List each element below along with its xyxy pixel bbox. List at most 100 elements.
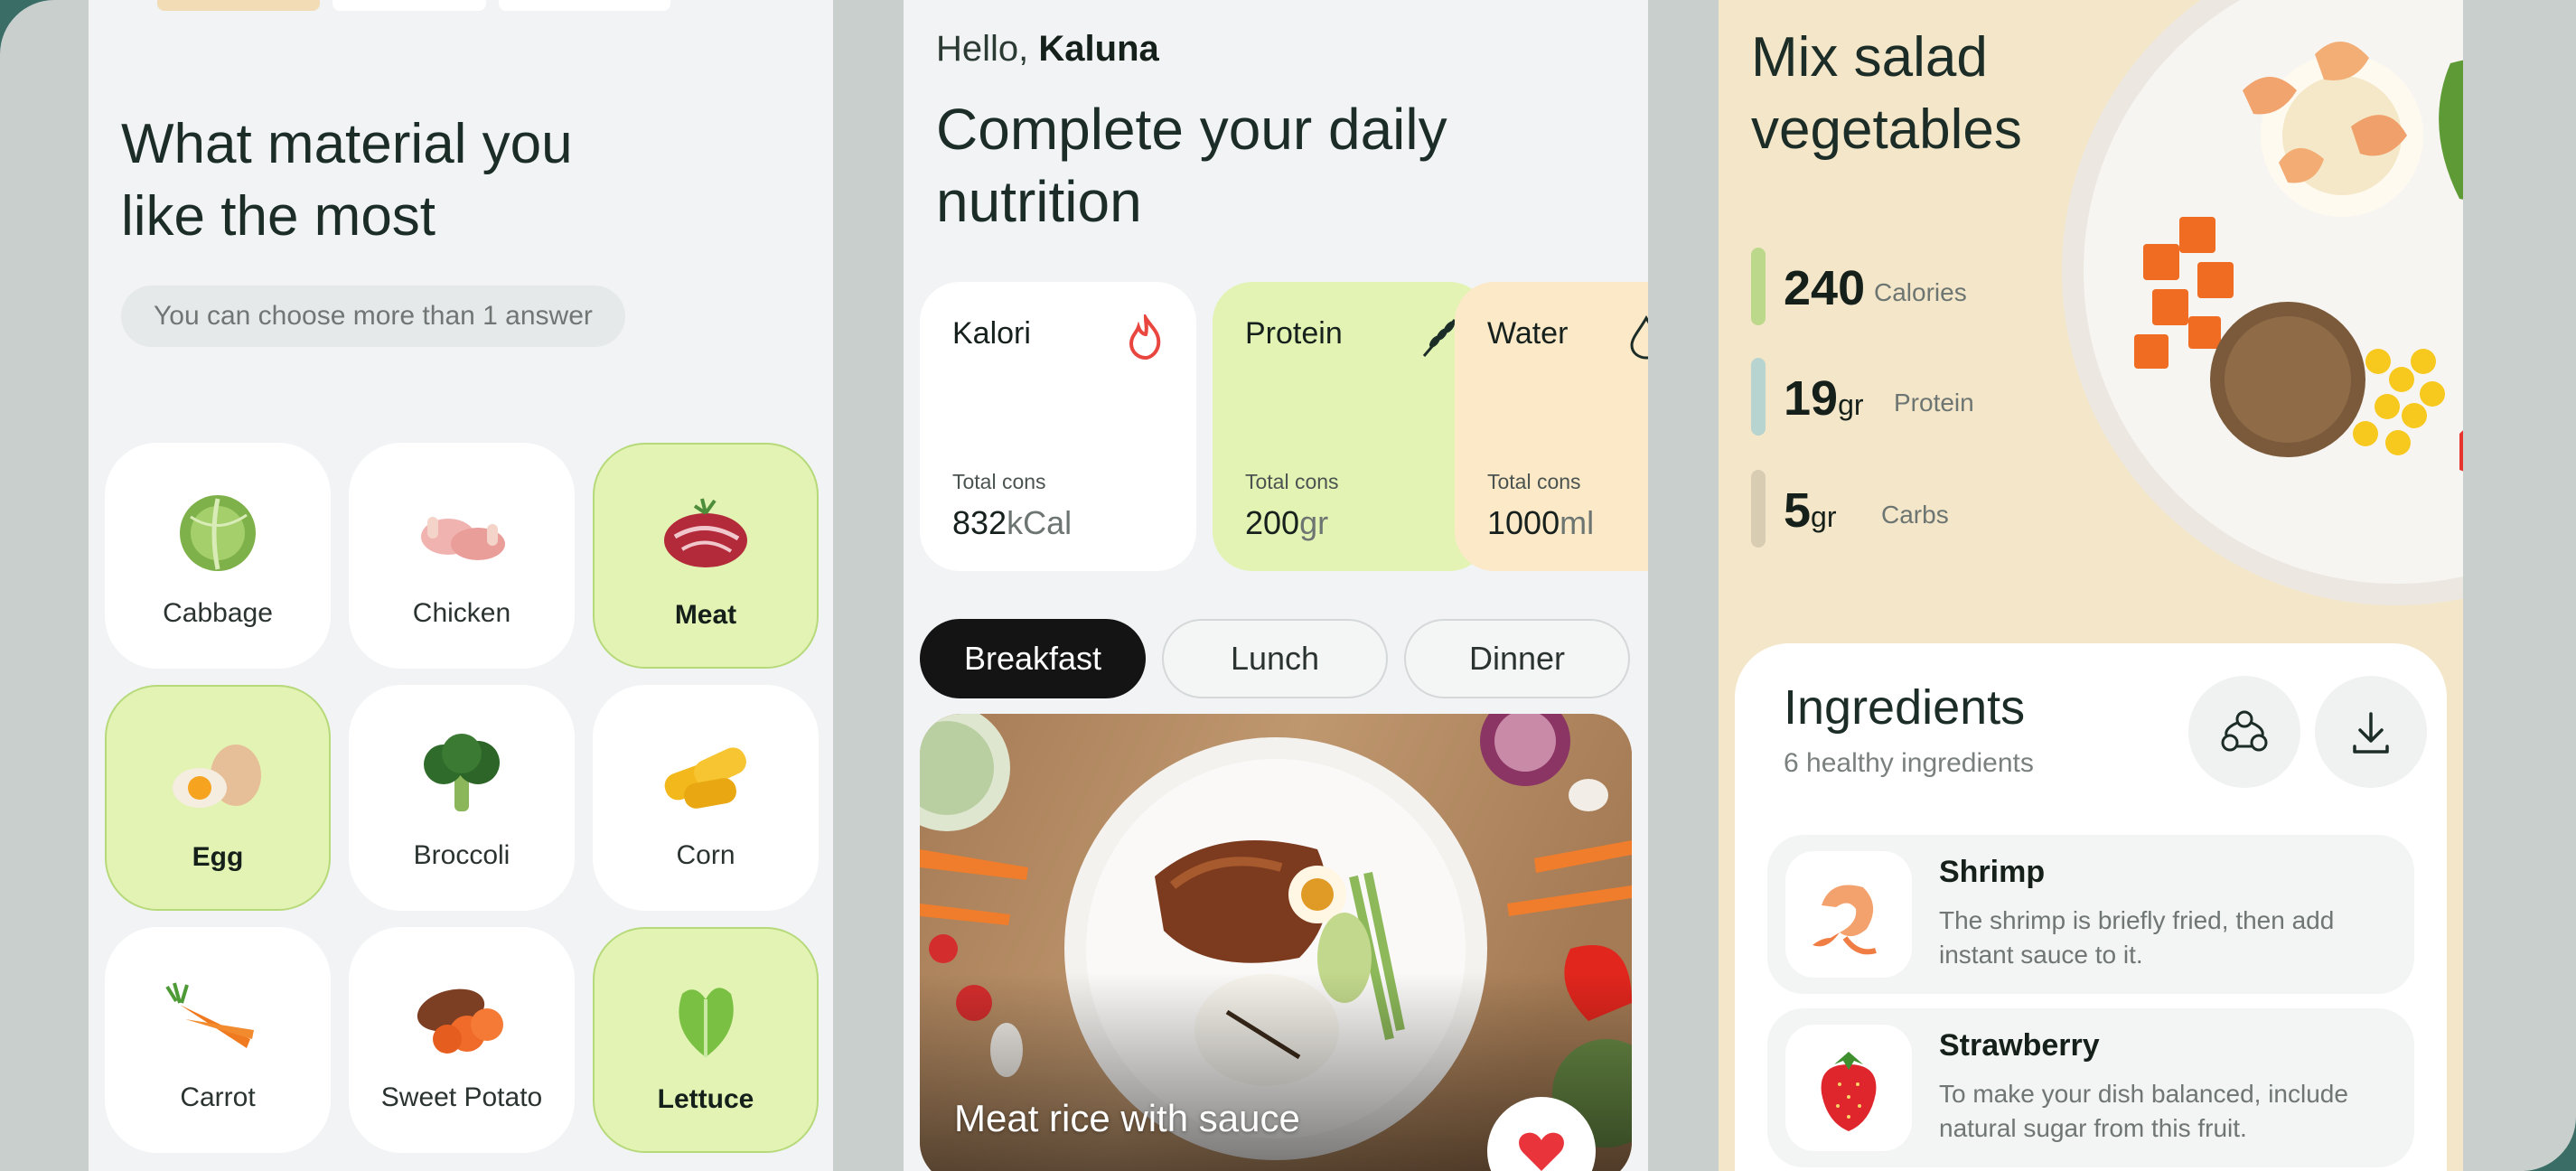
title-line-1: Complete your daily: [936, 97, 1447, 162]
material-card-corn[interactable]: Corn: [593, 685, 819, 911]
sweet-potato-icon: [417, 988, 503, 1054]
ingredients-title: Ingredients: [1784, 680, 2026, 735]
material-label: Cabbage: [163, 598, 273, 628]
material-card-lettuce[interactable]: Lettuce: [593, 927, 819, 1153]
user-name: Kaluna: [1038, 29, 1159, 69]
strawberry-icon: [1821, 1052, 1877, 1131]
chicken-icon: [421, 517, 505, 560]
shrimp-icon: [1813, 885, 1877, 955]
tab-dinner[interactable]: Dinner: [1404, 619, 1630, 698]
page-title: Complete your daily nutrition: [936, 93, 1623, 238]
nutrition-card-kalori[interactable]: Kalori Total cons 832kCal: [920, 282, 1196, 571]
favorite-button[interactable]: [1487, 1097, 1596, 1171]
card-value: 1000ml: [1487, 504, 1594, 542]
nutrition-card-protein[interactable]: Protein Total cons 200gr: [1213, 282, 1489, 571]
share-icon: [2221, 710, 2268, 752]
value-unit: gr: [1299, 504, 1329, 541]
title-line-2: vegetables: [1751, 98, 2022, 161]
frame-corner: [2468, 1063, 2576, 1171]
value-number: 1000: [1487, 504, 1560, 541]
material-label: Chicken: [412, 598, 511, 628]
wheat-icon: [1422, 319, 1457, 357]
corn-icon: [664, 747, 746, 809]
ingredient-name: Shrimp: [1939, 855, 2046, 889]
page-title: What material you like the most: [121, 108, 754, 253]
stat-label: Protein: [1894, 389, 1974, 417]
tab-breakfast[interactable]: Breakfast: [920, 619, 1146, 698]
material-label: Sweet Potato: [380, 1082, 543, 1112]
dish-title: Meat rice with sauce: [954, 1097, 1300, 1139]
card-title: Kalori: [952, 316, 1031, 351]
tab-lunch[interactable]: Lunch: [1162, 619, 1388, 698]
card-value: 200gr: [1245, 504, 1328, 542]
material-label: Egg: [192, 842, 244, 872]
ingredients-count: 6 healthy ingredients: [1784, 748, 2034, 778]
stat-number: 19: [1784, 371, 1839, 426]
ingredient-item-strawberry[interactable]: Strawberry To make your dish balanced, i…: [1767, 1008, 2414, 1167]
material-card-meat[interactable]: Meat: [593, 443, 819, 669]
recipe-detail-screen: Mix salad vegetables 240 Calories 19gr P…: [1719, 0, 2463, 1171]
value-number: 832: [952, 504, 1007, 541]
cabbage-icon: [180, 495, 256, 571]
lettuce-icon: [679, 988, 734, 1057]
heart-icon: [1519, 1132, 1564, 1171]
meat-icon: [664, 498, 747, 567]
card-subtitle: Total cons: [1487, 470, 1581, 493]
carrot-icon: [165, 982, 254, 1048]
material-card-chicken[interactable]: Chicken: [349, 443, 575, 669]
broccoli-icon: [424, 734, 500, 811]
ingredient-thumb: [1785, 1025, 1912, 1151]
card-title: Water: [1487, 316, 1569, 351]
nutrition-card-water[interactable]: Water Total cons 1000ml: [1455, 282, 1648, 571]
ingredient-thumb: [1785, 851, 1912, 978]
ingredient-desc: To make your dish balanced, include natu…: [1939, 1080, 2348, 1142]
dish-card[interactable]: Meat rice with sauce: [920, 714, 1632, 1171]
stat-bar: [1751, 470, 1766, 548]
recipe-title: Mix salad vegetables: [1751, 22, 2149, 166]
stat-value: 19gr: [1784, 370, 1864, 426]
material-label: Broccoli: [413, 840, 511, 870]
material-label: Meat: [674, 600, 737, 630]
drop-icon: [1630, 314, 1648, 360]
stat-value: 5gr: [1784, 482, 1837, 539]
card-subtitle: Total cons: [952, 470, 1046, 493]
value-number: 200: [1245, 504, 1300, 541]
material-label: Corn: [676, 840, 735, 870]
stat-unit: gr: [1811, 501, 1837, 533]
top-tabs-hint: [125, 0, 670, 13]
ingredient-name: Strawberry: [1939, 1028, 2100, 1063]
card-title: Protein: [1245, 316, 1343, 351]
title-line-1: What material you: [121, 113, 573, 175]
material-card-sweet-potato[interactable]: Sweet Potato: [349, 927, 575, 1153]
card-subtitle: Total cons: [1245, 470, 1339, 493]
stat-bar: [1751, 358, 1766, 436]
material-card-carrot[interactable]: Carrot: [105, 927, 331, 1153]
material-select-screen: What material you like the most You can …: [89, 0, 833, 1171]
material-card-egg[interactable]: Egg: [105, 685, 331, 911]
canvas: What material you like the most You can …: [0, 0, 2576, 1171]
material-card-cabbage[interactable]: Cabbage: [105, 443, 331, 669]
share-button[interactable]: [2188, 676, 2300, 788]
greeting: Hello, Kaluna: [936, 29, 1159, 70]
hint-pill: You can choose more than 1 answer: [121, 286, 625, 347]
stat-number: 5: [1784, 483, 1812, 538]
ingredients-panel: Ingredients 6 healthy ingredients Shrimp…: [1735, 643, 2447, 1171]
egg-icon: [173, 745, 261, 808]
stat-bar: [1751, 248, 1766, 325]
value-unit: ml: [1560, 504, 1595, 541]
ingredient-item-shrimp[interactable]: Shrimp The shrimp is briefly fried, then…: [1767, 835, 2414, 994]
title-line-2: nutrition: [936, 169, 1142, 234]
material-card-broccoli[interactable]: Broccoli: [349, 685, 575, 911]
stat-label: Calories: [1874, 278, 1967, 306]
card-value: 832kCal: [952, 504, 1072, 542]
stat-number: 240: [1784, 261, 1866, 315]
stat-unit: gr: [1838, 389, 1864, 421]
title-line-1: Mix salad: [1751, 26, 1988, 89]
material-label: Carrot: [180, 1082, 256, 1112]
material-label: Lettuce: [657, 1084, 754, 1114]
value-unit: kCal: [1007, 504, 1073, 541]
greeting-text: Hello,: [936, 29, 1029, 69]
title-line-2: like the most: [121, 185, 436, 248]
nutrition-home-screen: Hello, Kaluna Complete your daily nutrit…: [904, 0, 1648, 1171]
download-button[interactable]: [2315, 676, 2427, 788]
